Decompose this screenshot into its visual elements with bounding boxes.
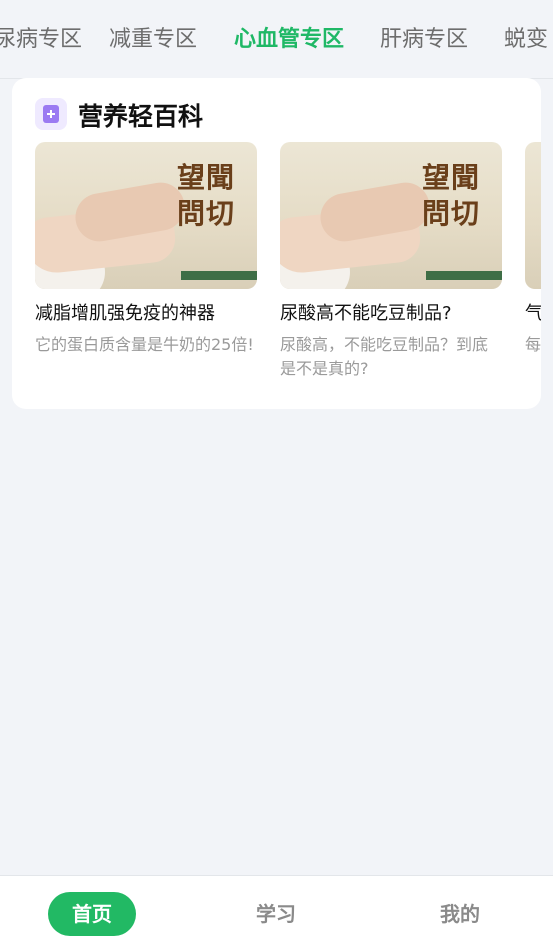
article-thumbnail — [525, 142, 541, 289]
category-tab-bar: 尿病专区 减重专区 心血管专区 肝病专区 蜕变 — [0, 0, 553, 79]
article-subtitle: 它的蛋白质含量是牛奶的25倍! — [35, 335, 254, 354]
article-card[interactable]: 望聞問切 减脂增肌强免疫的神器 它的蛋白质含量是牛奶的25倍! — [35, 142, 257, 357]
article-title: 尿酸高不能吃豆制品? — [280, 303, 452, 324]
nav-study[interactable]: 学习 — [232, 892, 320, 936]
nav-mine[interactable]: 我的 — [416, 892, 504, 936]
article-subtitle: 每气 — [525, 335, 541, 354]
article-title: 减脂增肌强免疫的神器 — [35, 303, 215, 324]
section-title: 营养轻百科 — [78, 102, 204, 131]
tab-transformation[interactable]: 蜕变 — [504, 22, 548, 58]
article-title: 气 — [525, 303, 541, 324]
thumbnail-calligraphy: 望聞問切 — [422, 161, 481, 230]
tab-weight-loss[interactable]: 减重专区 — [109, 22, 197, 58]
article-carousel[interactable]: 望聞問切 减脂增肌强免疫的神器 它的蛋白质含量是牛奶的25倍! 望聞問切 尿酸高… — [35, 142, 541, 392]
article-card[interactable]: 望聞問切 尿酸高不能吃豆制品? 尿酸高，不能吃豆制品？到底是不是真的? — [280, 142, 502, 381]
article-thumbnail: 望聞問切 — [35, 142, 257, 289]
tab-diabetes[interactable]: 尿病专区 — [0, 22, 82, 58]
book-plus-icon — [35, 98, 67, 130]
thumbnail-calligraphy: 望聞問切 — [177, 161, 236, 230]
tab-cardiovascular[interactable]: 心血管专区 — [234, 22, 344, 58]
article-subtitle: 尿酸高，不能吃豆制品？到底是不是真的? — [280, 335, 489, 378]
nutrition-card: 营养轻百科 望聞問切 减脂增肌强免疫的神器 它的蛋白质含量是牛奶的25倍! 望聞… — [12, 78, 541, 409]
tab-liver-disease[interactable]: 肝病专区 — [380, 22, 468, 58]
article-thumbnail: 望聞問切 — [280, 142, 502, 289]
bottom-navigation: 首页 学习 我的 — [0, 875, 553, 951]
article-card[interactable]: 气 每气 — [525, 142, 541, 357]
nav-home[interactable]: 首页 — [48, 892, 136, 936]
